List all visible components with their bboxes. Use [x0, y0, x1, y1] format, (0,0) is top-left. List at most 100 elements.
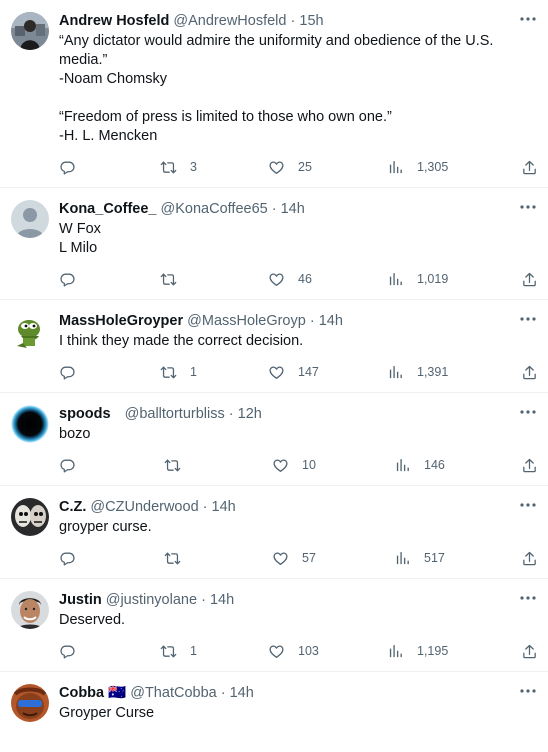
reply-button[interactable] — [59, 548, 76, 568]
timestamp[interactable]: 14h — [212, 499, 236, 515]
reply-button[interactable] — [59, 641, 76, 661]
avatar[interactable] — [11, 591, 49, 629]
retweet-icon — [164, 552, 181, 564]
tweet[interactable]: Andrew Hosfeld @AndrewHosfeld · 15h “Any… — [0, 0, 548, 188]
views-button[interactable]: 1,305 — [387, 157, 448, 177]
timestamp[interactable]: 12h — [238, 406, 262, 422]
like-button[interactable]: 57 — [272, 548, 316, 568]
share-button[interactable] — [521, 362, 538, 382]
reply-icon — [60, 366, 75, 380]
like-button[interactable]: 46 — [268, 269, 312, 289]
timestamp[interactable]: 14h — [319, 313, 343, 329]
reply-icon — [60, 552, 75, 566]
user-name[interactable]: Kona_Coffee_ — [59, 201, 157, 217]
tweet[interactable]: Justin @justinyolane · 14h Deserved. 1 1… — [0, 579, 548, 672]
tweet-header: MassHoleGroyper @MassHoleGroyp · 14h — [59, 312, 508, 331]
tweet-header: Andrew Hosfeld @AndrewHosfeld · 15h — [59, 12, 508, 31]
more-horizontal-icon[interactable] — [518, 684, 538, 698]
retweet-button[interactable] — [164, 548, 194, 568]
action-bar: 1 147 1,391 — [59, 362, 538, 382]
retweet-icon — [164, 459, 181, 471]
more-horizontal-icon[interactable] — [518, 591, 538, 605]
user-name[interactable]: Justin — [59, 592, 102, 608]
tweet-header: spoods @balltorturbliss · 12h — [59, 405, 508, 424]
avatar[interactable] — [11, 405, 49, 443]
share-button[interactable] — [521, 455, 538, 475]
user-handle[interactable]: @ThatCobba — [130, 685, 216, 701]
tweet-body: Cobba 🇦🇺 @ThatCobba · 14h Groyper Curse — [59, 684, 508, 723]
like-button[interactable]: 147 — [268, 362, 319, 382]
user-handle[interactable]: @MassHoleGroyp — [187, 313, 306, 329]
share-button[interactable] — [521, 548, 538, 568]
views-button[interactable]: 1,019 — [387, 269, 448, 289]
user-handle[interactable]: @justinyolane — [106, 592, 197, 608]
views-button[interactable]: 146 — [394, 455, 445, 475]
retweet-button[interactable] — [164, 455, 194, 475]
avatar[interactable] — [11, 498, 49, 536]
more-horizontal-icon[interactable] — [518, 405, 538, 419]
reply-button[interactable] — [59, 157, 76, 177]
reply-button[interactable] — [59, 362, 76, 382]
user-handle[interactable]: @CZUnderwood — [90, 499, 198, 515]
tweet[interactable]: Cobba 🇦🇺 @ThatCobba · 14h Groyper Curse — [0, 672, 548, 752]
share-button[interactable] — [521, 157, 538, 177]
user-name[interactable]: Cobba — [59, 685, 104, 701]
share-button[interactable] — [521, 269, 538, 289]
timestamp[interactable]: 14h — [230, 685, 254, 701]
timestamp[interactable]: 15h — [299, 13, 323, 29]
view-count: 1,019 — [417, 272, 449, 286]
more-horizontal-icon[interactable] — [518, 12, 538, 26]
user-handle[interactable]: @KonaCoffee65 — [161, 201, 268, 217]
separator: · — [201, 592, 206, 608]
avatar[interactable] — [11, 684, 49, 722]
retweet-icon — [160, 161, 177, 173]
reply-icon — [60, 459, 75, 473]
separator: · — [271, 201, 277, 217]
timestamp[interactable]: 14h — [281, 201, 305, 217]
view-count: 1,391 — [417, 365, 449, 379]
user-name[interactable]: Andrew Hosfeld — [59, 13, 169, 29]
like-count: 10 — [302, 458, 316, 472]
reply-button[interactable] — [59, 269, 76, 289]
tweet-body: Andrew Hosfeld @AndrewHosfeld · 15h “Any… — [59, 12, 508, 146]
tweet[interactable]: C.Z. @CZUnderwood · 14h groyper curse. 5… — [0, 486, 548, 579]
view-count: 1,305 — [417, 160, 449, 174]
reply-button[interactable] — [59, 455, 76, 475]
share-icon — [523, 272, 536, 286]
tweet[interactable]: spoods @balltorturbliss · 12h bozo 10 14… — [0, 393, 548, 486]
like-button[interactable]: 103 — [268, 641, 319, 661]
more-horizontal-icon[interactable] — [518, 200, 538, 214]
retweet-button[interactable]: 1 — [160, 362, 197, 382]
avatar[interactable] — [11, 200, 49, 238]
user-handle[interactable]: @AndrewHosfeld — [173, 13, 286, 29]
retweet-button[interactable] — [160, 269, 190, 289]
retweet-button[interactable]: 1 — [160, 641, 197, 661]
user-name[interactable]: C.Z. — [59, 499, 86, 515]
tweet-header: Cobba 🇦🇺 @ThatCobba · 14h — [59, 684, 508, 703]
avatar[interactable] — [11, 312, 49, 350]
views-button[interactable]: 517 — [394, 548, 445, 568]
user-name[interactable]: MassHoleGroyper — [59, 313, 183, 329]
avatar[interactable] — [11, 12, 49, 50]
user-handle[interactable]: @balltorturbliss — [125, 406, 225, 422]
share-button[interactable] — [521, 641, 538, 661]
tweet[interactable]: Kona_Coffee_ @KonaCoffee65 · 14h W Fox L… — [0, 188, 548, 300]
views-button[interactable]: 1,195 — [387, 641, 448, 661]
retweet-icon — [160, 273, 177, 285]
tweet-body: Justin @justinyolane · 14h Deserved. — [59, 591, 508, 630]
tweet-body: C.Z. @CZUnderwood · 14h groyper curse. — [59, 498, 508, 537]
retweet-button[interactable]: 3 — [160, 157, 197, 177]
tweet[interactable]: MassHoleGroyper @MassHoleGroyp · 14h I t… — [0, 300, 548, 393]
heart-icon — [269, 160, 284, 174]
more-horizontal-icon[interactable] — [518, 498, 538, 512]
action-bar: 57 517 — [59, 548, 538, 568]
like-button[interactable]: 25 — [268, 157, 312, 177]
more-horizontal-icon[interactable] — [518, 312, 538, 326]
like-button[interactable]: 10 — [272, 455, 316, 475]
timestamp[interactable]: 14h — [210, 592, 234, 608]
user-name[interactable]: spoods — [59, 406, 111, 422]
tweet-body: MassHoleGroyper @MassHoleGroyp · 14h I t… — [59, 312, 508, 351]
views-button[interactable]: 1,391 — [387, 362, 448, 382]
action-bar: 10 146 — [59, 455, 538, 475]
like-count: 147 — [298, 365, 319, 379]
